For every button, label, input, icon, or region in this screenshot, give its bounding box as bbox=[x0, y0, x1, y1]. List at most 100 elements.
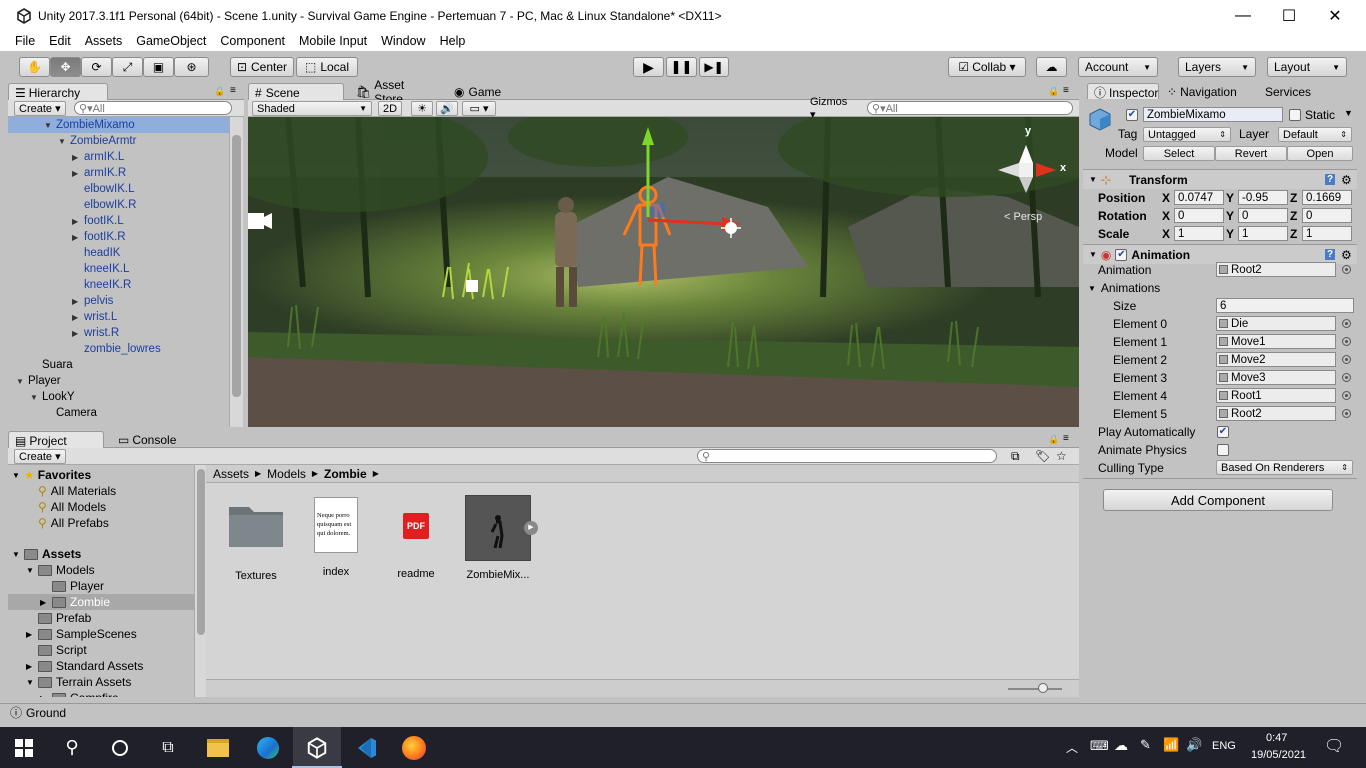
unity-icon[interactable] bbox=[293, 727, 341, 768]
object-picker-icon[interactable] bbox=[1342, 319, 1351, 328]
animation-element-field[interactable]: Die bbox=[1216, 316, 1336, 331]
hierarchy-item[interactable]: Camera bbox=[8, 405, 230, 421]
foldout-arrow-icon[interactable]: ▶ bbox=[72, 233, 84, 242]
favorite-all-models[interactable]: ⚲ All Models bbox=[38, 499, 106, 515]
breadcrumb-models[interactable]: Models bbox=[267, 467, 306, 481]
axis-label[interactable]: Z bbox=[1290, 227, 1297, 241]
clock-date[interactable]: 19/05/2021 bbox=[1251, 749, 1306, 761]
close-button[interactable]: ✕ bbox=[1312, 0, 1358, 31]
tag-dropdown[interactable]: Untagged ⇕ bbox=[1143, 127, 1231, 142]
expand-arrow-icon[interactable]: ▶ bbox=[524, 521, 538, 535]
hierarchy-item[interactable]: Suara bbox=[8, 357, 230, 373]
hierarchy-item[interactable]: ▼ LookY bbox=[8, 389, 230, 405]
axis-label[interactable]: Y bbox=[1226, 227, 1234, 241]
project-folder-item[interactable]: ▶ Standard Assets bbox=[8, 658, 194, 674]
hierarchy-item[interactable]: ▶ footIK.R bbox=[8, 229, 230, 245]
asset-index-file[interactable]: Neque porro quisquam est qui dolorem. in… bbox=[296, 495, 376, 578]
hierarchy-item[interactable]: ▼ ZombieArmtr bbox=[8, 133, 230, 149]
animations-size-input[interactable]: 6 bbox=[1216, 298, 1354, 313]
object-picker-icon[interactable] bbox=[1342, 337, 1351, 346]
menu-window[interactable]: Window bbox=[374, 34, 432, 48]
language-indicator[interactable]: ENG bbox=[1212, 740, 1236, 752]
task-view-icon[interactable]: ⧉ bbox=[144, 727, 192, 768]
hierarchy-item[interactable]: kneeIK.R bbox=[8, 277, 230, 293]
hierarchy-item[interactable]: zombie_lowres bbox=[8, 341, 230, 357]
hierarchy-item[interactable]: ▶ wrist.R bbox=[8, 325, 230, 341]
hierarchy-item[interactable]: ▶ footIK.L bbox=[8, 213, 230, 229]
model-select-button[interactable]: Select bbox=[1143, 146, 1215, 161]
lighting-toggle-icon[interactable]: ☀ bbox=[411, 101, 433, 116]
animation-element-field[interactable]: Move1 bbox=[1216, 334, 1336, 349]
hierarchy-item[interactable]: elbowIK.L bbox=[8, 181, 230, 197]
object-picker-icon[interactable] bbox=[1342, 355, 1351, 364]
hierarchy-scrollbar[interactable] bbox=[229, 117, 243, 427]
hierarchy-item[interactable]: ▶ armIK.L bbox=[8, 149, 230, 165]
breadcrumb-assets[interactable]: Assets bbox=[213, 467, 249, 481]
tab-project[interactable]: ▤ Project bbox=[8, 431, 104, 449]
hierarchy-item[interactable]: kneeIK.L bbox=[8, 261, 230, 277]
object-picker-icon[interactable] bbox=[1342, 373, 1351, 382]
notifications-icon[interactable]: 🗨 bbox=[1324, 736, 1344, 756]
breadcrumb-zombie[interactable]: Zombie bbox=[324, 467, 367, 481]
2d-toggle[interactable]: 2D bbox=[378, 101, 402, 116]
project-tree-scroll-thumb[interactable] bbox=[197, 469, 205, 635]
pivot-center-button[interactable]: ⊡ Center bbox=[230, 57, 294, 77]
favorite-all-materials[interactable]: ⚲ All Materials bbox=[38, 483, 116, 499]
account-dropdown[interactable]: Account ▼ bbox=[1078, 57, 1158, 77]
model-revert-button[interactable]: Revert bbox=[1215, 146, 1287, 161]
hierarchy-scroll-thumb[interactable] bbox=[232, 135, 241, 397]
hierarchy-item[interactable]: ▶ wrist.L bbox=[8, 309, 230, 325]
foldout-arrow-icon[interactable]: ▶ bbox=[72, 153, 84, 162]
light-probe-icon[interactable] bbox=[466, 280, 478, 292]
tab-scene[interactable]: # Scene bbox=[248, 83, 344, 101]
position-y-input[interactable]: -0.95 bbox=[1238, 190, 1288, 205]
collab-button[interactable]: ☑ Collab ▾ bbox=[948, 57, 1026, 77]
clock-time[interactable]: 0:47 bbox=[1266, 732, 1287, 744]
help-icon[interactable]: ? bbox=[1325, 174, 1336, 185]
tab-asset-store[interactable]: 🛍 Asset Store bbox=[350, 78, 440, 106]
rotation-z-input[interactable]: 0 bbox=[1302, 208, 1352, 223]
hierarchy-item[interactable]: ▶ pelvis bbox=[8, 293, 230, 309]
device-icon[interactable]: ⌨ bbox=[1090, 738, 1109, 754]
animations-row[interactable]: ▼ Animations bbox=[1083, 279, 1357, 297]
foldout-arrow-icon[interactable]: ▶ bbox=[40, 694, 52, 698]
scale-tool-icon[interactable]: ⤢ bbox=[112, 57, 143, 77]
axis-label[interactable]: Z bbox=[1290, 191, 1297, 205]
file-explorer-icon[interactable] bbox=[194, 727, 242, 768]
foldout-arrow-icon[interactable]: ▶ bbox=[40, 598, 52, 607]
foldout-arrow-icon[interactable]: ▼ bbox=[26, 566, 38, 575]
project-folder-item[interactable]: Script bbox=[8, 642, 194, 658]
search-icon[interactable]: ⚲ bbox=[48, 727, 96, 768]
tab-console[interactable]: ▭ Console bbox=[112, 431, 192, 449]
menu-help[interactable]: Help bbox=[433, 34, 473, 48]
minimize-button[interactable]: — bbox=[1220, 0, 1266, 31]
foldout-arrow-icon[interactable]: ▶ bbox=[26, 630, 38, 639]
pen-icon[interactable]: ✎ bbox=[1140, 737, 1151, 753]
scale-y-input[interactable]: 1 bbox=[1238, 226, 1288, 241]
transform-tool-icon[interactable]: ⊛ bbox=[174, 57, 209, 77]
vscode-icon[interactable] bbox=[342, 727, 390, 768]
effects-dropdown-icon[interactable]: ▭ ▾ bbox=[462, 101, 496, 116]
animation-enabled-checkbox[interactable]: ✔ bbox=[1115, 248, 1128, 261]
asset-zombie-model[interactable]: ▶ ZombieMix... bbox=[458, 495, 538, 581]
chevron-down-icon[interactable]: ▼ bbox=[1344, 108, 1353, 118]
object-picker-icon[interactable] bbox=[1342, 391, 1351, 400]
animation-element-field[interactable]: Root2 bbox=[1216, 406, 1336, 421]
scene-search-input[interactable]: ⚲ ▾All bbox=[867, 101, 1073, 115]
foldout-arrow-icon[interactable]: ▶ bbox=[72, 169, 84, 178]
lock-icon[interactable]: 🔒 bbox=[214, 86, 225, 97]
animation-element-field[interactable]: Move3 bbox=[1216, 370, 1336, 385]
help-icon[interactable]: ? bbox=[1325, 249, 1336, 260]
foldout-arrow-icon[interactable]: ▼ bbox=[58, 137, 70, 146]
animate-physics-checkbox[interactable] bbox=[1217, 444, 1229, 456]
pivot-local-button[interactable]: ⬚ Local bbox=[296, 57, 358, 77]
scale-z-input[interactable]: 1 bbox=[1302, 226, 1352, 241]
hierarchy-item[interactable]: ▶ armIK.R bbox=[8, 165, 230, 181]
hand-tool-icon[interactable]: ✋ bbox=[19, 57, 50, 77]
tab-game[interactable]: ◉ Game bbox=[448, 83, 518, 101]
layout-dropdown[interactable]: Layout ▼ bbox=[1267, 57, 1347, 77]
show-hidden-icons-icon[interactable]: ︿ bbox=[1066, 739, 1078, 756]
cloud-icon[interactable]: ☁ bbox=[1114, 737, 1128, 754]
axis-label[interactable]: X bbox=[1162, 227, 1170, 241]
icon-size-slider[interactable] bbox=[1008, 688, 1062, 690]
